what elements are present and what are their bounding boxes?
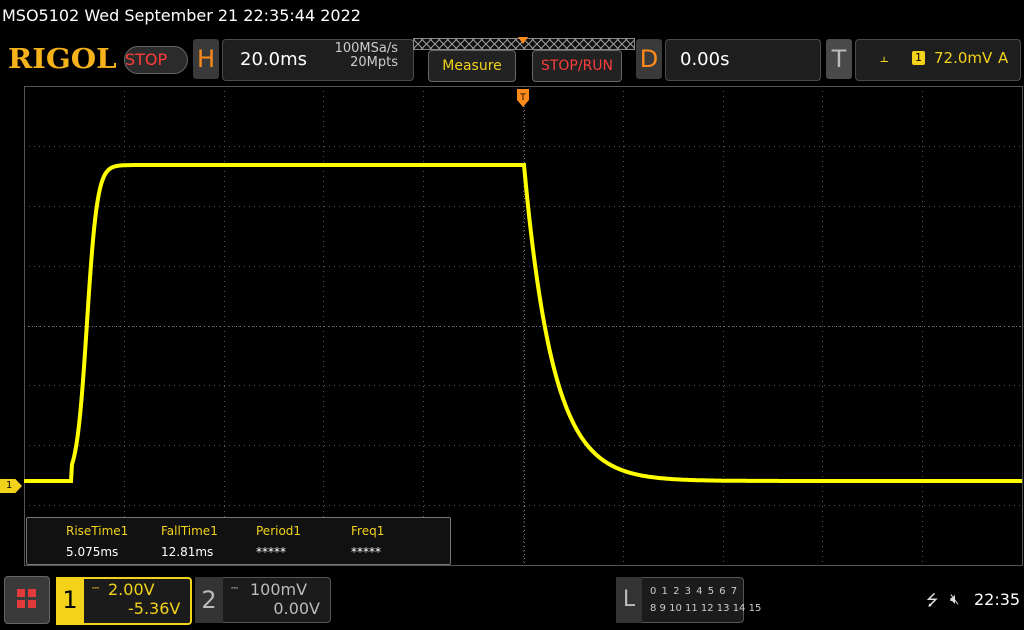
rising-edge-icon: ⫠ <box>880 50 889 66</box>
measurement-label: Freq1 <box>351 524 385 538</box>
measurement-value: ***** <box>256 545 286 559</box>
stop-run-button[interactable]: STOP/RUN <box>532 50 622 82</box>
measurement-value: ***** <box>351 545 381 559</box>
svg-text:T: T <box>519 93 526 103</box>
trigger-position-icon <box>518 37 528 44</box>
measure-button[interactable]: Measure <box>428 50 516 82</box>
channel1-offset-marker[interactable]: 1 <box>0 479 22 493</box>
sample-rate-info: 100MSa/s 20Mpts <box>322 42 398 70</box>
device-title: MSO5102 Wed September 21 22:35:44 2022 <box>2 6 361 25</box>
channel1-trace <box>24 163 1022 483</box>
measurement-label: RiseTime1 <box>66 524 129 538</box>
dc-coupling-icon: ⎓ <box>231 584 239 594</box>
title-bar: MSO5102 Wed September 21 22:35:44 2022 <box>0 0 1024 34</box>
usb-icon: ⭍ <box>926 591 939 609</box>
top-toolbar: RIGOL STOP H 20.0ms 100MSa/s 20Mpts Meas… <box>0 36 1024 84</box>
horizontal-menu-button[interactable]: H <box>193 39 219 79</box>
trigger-mode: A <box>998 49 1009 67</box>
time-per-div: 20.0ms <box>240 49 307 70</box>
grid-menu-icon <box>17 589 36 608</box>
channel2-scale: 100mV <box>250 580 308 599</box>
speaker-muted-icon[interactable]: 🔇︎ <box>950 590 959 608</box>
sample-rate: 100MSa/s <box>334 41 398 56</box>
main-menu-button[interactable] <box>4 576 50 624</box>
delay-value: 0.00s <box>680 49 730 70</box>
trigger-level: 72.0mV <box>934 49 993 67</box>
waveform-display[interactable] <box>24 86 1023 566</box>
logic-channels-row1: 0 1 2 3 4 5 6 7 <box>650 586 739 597</box>
dc-coupling-icon: ⎓ <box>92 584 100 594</box>
trigger-source-badge: 1 <box>912 51 925 65</box>
trigger-time-marker-icon[interactable]: T <box>516 87 530 109</box>
measurement-value: 5.075ms <box>66 545 119 559</box>
channel2-offset: 0.00V <box>273 599 320 618</box>
clock: 22:35 <box>974 590 1021 609</box>
trigger-menu-button[interactable]: T <box>826 39 852 79</box>
channel1-scale: 2.00V <box>108 580 155 599</box>
measurement-label: Period1 <box>256 524 302 538</box>
measurement-value: 12.81ms <box>161 545 214 559</box>
memory-depth: 20Mpts <box>350 55 398 70</box>
rigol-logo: RIGOL <box>8 44 117 75</box>
logic-channels-row2: 8 9 10 11 12 13 14 15 <box>650 603 762 614</box>
delay-menu-button[interactable]: D <box>636 39 662 79</box>
run-state-badge[interactable]: STOP <box>124 46 188 74</box>
channel1-number[interactable]: 1 <box>56 577 84 625</box>
channel2-number[interactable]: 2 <box>195 577 223 623</box>
logic-analyzer-button[interactable]: L <box>616 577 642 623</box>
graticule <box>24 86 1023 566</box>
measurement-label: FallTime1 <box>161 524 218 538</box>
channel1-offset: -5.36V <box>128 599 181 618</box>
